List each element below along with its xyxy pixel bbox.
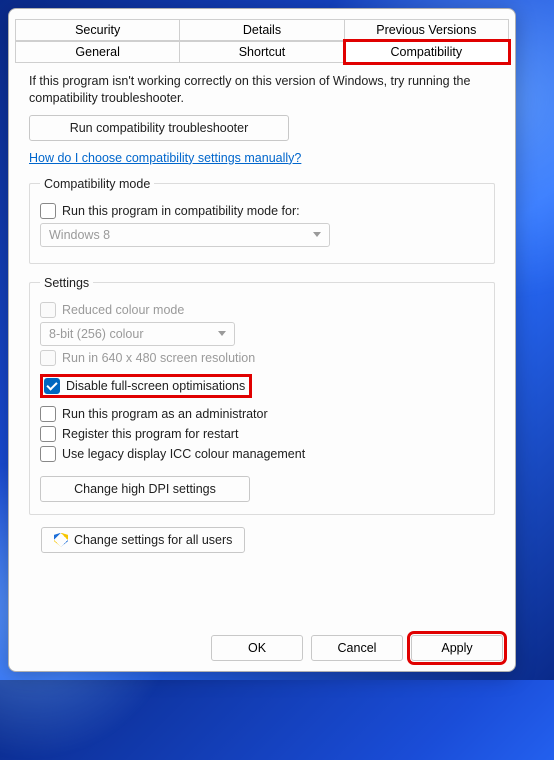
disable-fullscreen-highlight: Disable full-screen optimisations	[40, 374, 252, 398]
chevron-down-icon	[313, 232, 321, 237]
intro-text: If this program isn't working correctly …	[29, 73, 495, 107]
legacy-icc-label: Use legacy display ICC colour management	[62, 447, 305, 461]
run-troubleshooter-button[interactable]: Run compatibility troubleshooter	[29, 115, 289, 141]
reduced-colour-checkbox	[40, 302, 56, 318]
compat-mode-label: Run this program in compatibility mode f…	[62, 204, 300, 218]
run-admin-checkbox[interactable]	[40, 406, 56, 422]
tab-compatibility[interactable]: Compatibility	[345, 41, 509, 63]
run-admin-label: Run this program as an administrator	[62, 407, 268, 421]
apply-button[interactable]: Apply	[411, 635, 503, 661]
register-restart-checkbox[interactable]	[40, 426, 56, 442]
tab-previous-versions[interactable]: Previous Versions	[345, 19, 509, 41]
compatibility-mode-group: Compatibility mode Run this program in c…	[29, 177, 495, 264]
colour-mode-select: 8-bit (256) colour	[40, 322, 235, 346]
change-high-dpi-button[interactable]: Change high DPI settings	[40, 476, 250, 502]
compat-mode-select: Windows 8	[40, 223, 330, 247]
run-640-checkbox	[40, 350, 56, 366]
uac-shield-icon	[54, 533, 68, 547]
tab-panel-compatibility: If this program isn't working correctly …	[15, 63, 509, 627]
compatibility-mode-legend: Compatibility mode	[40, 177, 154, 191]
compat-mode-checkbox[interactable]	[40, 203, 56, 219]
chevron-down-icon	[218, 331, 226, 336]
tab-shortcut[interactable]: Shortcut	[180, 41, 344, 63]
disable-fullscreen-label: Disable full-screen optimisations	[66, 379, 245, 393]
help-link[interactable]: How do I choose compatibility settings m…	[29, 151, 301, 165]
dialog-footer: OK Cancel Apply	[15, 627, 509, 663]
reduced-colour-label: Reduced colour mode	[62, 303, 184, 317]
legacy-icc-checkbox[interactable]	[40, 446, 56, 462]
change-all-users-button[interactable]: Change settings for all users	[41, 527, 245, 553]
cancel-button[interactable]: Cancel	[311, 635, 403, 661]
disable-fullscreen-checkbox[interactable]	[44, 378, 60, 394]
colour-mode-select-value: 8-bit (256) colour	[49, 327, 144, 341]
tab-strip: Security Details Previous Versions Gener…	[15, 19, 509, 63]
ok-button[interactable]: OK	[211, 635, 303, 661]
settings-group: Settings Reduced colour mode 8-bit (256)…	[29, 276, 495, 515]
tab-security[interactable]: Security	[15, 19, 180, 41]
tab-details[interactable]: Details	[180, 19, 344, 41]
compat-mode-select-value: Windows 8	[49, 228, 110, 242]
tab-general[interactable]: General	[15, 41, 180, 63]
properties-dialog: Security Details Previous Versions Gener…	[8, 8, 516, 672]
settings-legend: Settings	[40, 276, 93, 290]
run-640-label: Run in 640 x 480 screen resolution	[62, 351, 255, 365]
change-all-users-label: Change settings for all users	[74, 533, 232, 547]
register-restart-label: Register this program for restart	[62, 427, 238, 441]
